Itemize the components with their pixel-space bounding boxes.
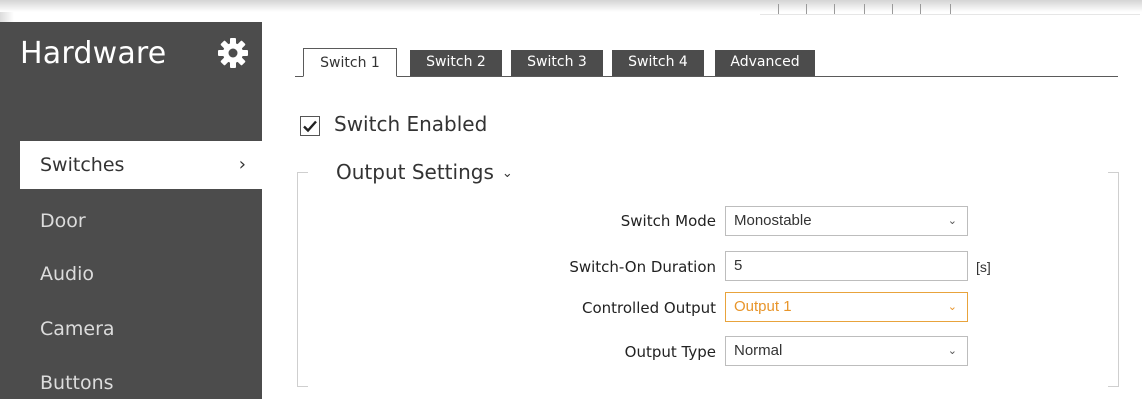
sidebar-item-label: Audio xyxy=(40,263,95,285)
output-type-select[interactable]: Normal ⌄ xyxy=(725,336,968,366)
controlled-output-select[interactable]: Output 1 ⌄ xyxy=(725,292,968,322)
checkmark-icon xyxy=(303,120,317,133)
output-type-label: Output Type xyxy=(624,343,716,361)
sidebar-title: Hardware xyxy=(20,36,167,71)
sidebar-item-camera[interactable]: Camera xyxy=(20,305,262,353)
tab-switch-2[interactable]: Switch 2 xyxy=(410,50,502,76)
switch-enabled-label: Switch Enabled xyxy=(334,112,488,136)
switch-enabled-checkbox[interactable] xyxy=(300,116,320,136)
sidebar-item-label: Switches xyxy=(40,154,125,176)
switch-mode-label: Switch Mode xyxy=(620,212,716,230)
switch-on-duration-input[interactable]: 5 xyxy=(725,251,968,281)
switch-on-duration-label: Switch-On Duration xyxy=(569,258,716,276)
tab-switch-1[interactable]: Switch 1 xyxy=(303,48,397,77)
tab-switch-3[interactable]: Switch 3 xyxy=(511,50,603,76)
sidebar-item-label: Camera xyxy=(40,318,115,340)
chevron-right-icon: › xyxy=(238,154,246,175)
gear-icon[interactable] xyxy=(217,37,249,69)
controlled-output-value: Output 1 xyxy=(734,298,792,315)
tab-switch-4[interactable]: Switch 4 xyxy=(612,50,704,76)
chevron-down-icon: ⌄ xyxy=(947,301,957,313)
sidebar-item-label: Buttons xyxy=(40,372,114,394)
chevron-down-icon: ⌄ xyxy=(501,166,513,181)
sidebar-item-label: Door xyxy=(40,210,86,232)
chevron-down-icon: ⌄ xyxy=(947,215,957,227)
top-toolbar-fragment xyxy=(760,0,1140,15)
duration-unit: [s] xyxy=(976,259,991,275)
output-settings-toggle[interactable]: Output Settings ⌄ xyxy=(336,160,513,184)
tab-bar: Switch 1 Switch 2 Switch 3 Switch 4 Adva… xyxy=(295,47,1118,77)
controlled-output-label: Controlled Output xyxy=(581,299,716,317)
sidebar-item-audio[interactable]: Audio xyxy=(20,250,262,298)
switch-mode-value: Monostable xyxy=(734,212,812,229)
chevron-down-icon: ⌄ xyxy=(947,345,957,357)
output-type-value: Normal xyxy=(734,342,783,359)
switch-mode-select[interactable]: Monostable ⌄ xyxy=(725,206,968,236)
output-settings-title: Output Settings xyxy=(336,160,494,184)
sidebar-item-door[interactable]: Door xyxy=(20,197,262,245)
tab-advanced[interactable]: Advanced xyxy=(715,50,815,76)
sidebar: Hardware Switches › Door Audio Camera Bu… xyxy=(0,22,262,399)
sidebar-item-switches[interactable]: Switches › xyxy=(20,141,262,189)
sidebar-item-buttons[interactable]: Buttons xyxy=(20,359,262,407)
